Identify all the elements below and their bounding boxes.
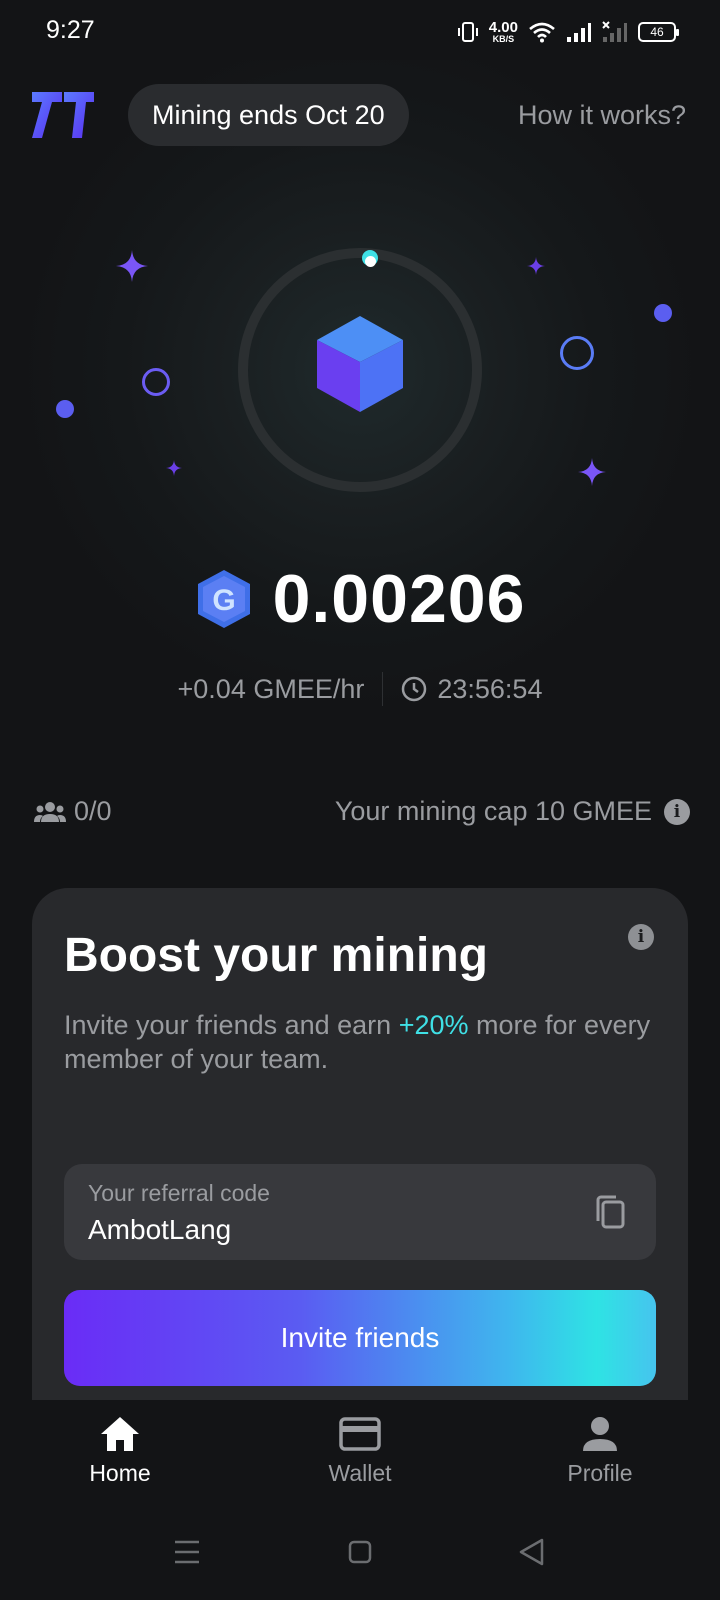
- rate-divider: [382, 672, 384, 706]
- gmee-coin-icon: G: [197, 570, 250, 628]
- wallet-icon: [339, 1417, 381, 1451]
- square-home-icon[interactable]: [348, 1540, 372, 1564]
- nav-home-label: Home: [89, 1460, 151, 1486]
- nav-wallet[interactable]: Wallet: [290, 1416, 430, 1487]
- team-count[interactable]: 0/0: [34, 796, 112, 827]
- boost-text-start: Invite your friends and earn: [64, 1010, 399, 1040]
- sparkle-icon: [578, 458, 606, 486]
- mining-balance: 0.00206: [272, 561, 526, 637]
- nav-profile-label: Profile: [567, 1460, 633, 1486]
- decor-dot: [654, 304, 672, 322]
- team-count-text: 0/0: [74, 796, 112, 826]
- profile-icon: [583, 1417, 617, 1451]
- how-it-works-link[interactable]: How it works?: [518, 100, 686, 131]
- svg-text:G: G: [212, 584, 235, 617]
- copy-icon[interactable]: [594, 1194, 626, 1230]
- back-icon[interactable]: [518, 1538, 544, 1566]
- team-icon: [34, 801, 66, 822]
- balance-row: G 0.00206: [0, 560, 720, 638]
- signal-off-icon: [602, 21, 627, 42]
- sparkle-icon: [166, 460, 182, 476]
- speed-unit: KB/S: [492, 34, 515, 44]
- battery-icon: 46: [638, 22, 679, 42]
- boost-card: i Boost your mining Invite your friends …: [32, 888, 688, 1400]
- cube-icon[interactable]: [315, 316, 405, 414]
- decor-dot: [56, 400, 74, 418]
- signal-icon: [567, 23, 591, 42]
- nav-home[interactable]: Home: [50, 1416, 190, 1487]
- referral-code: AmbotLang: [88, 1214, 232, 1245]
- menu-icon[interactable]: [174, 1540, 200, 1564]
- invite-friends-button[interactable]: Invite friends: [64, 1290, 656, 1386]
- mining-ends-pill[interactable]: Mining ends Oct 20: [128, 84, 409, 146]
- info-icon[interactable]: i: [664, 798, 690, 825]
- decor-ring: [560, 336, 594, 370]
- sparkle-icon: [116, 250, 148, 282]
- progress-indicator-dot: [365, 256, 376, 267]
- mining-cap: Your mining cap 10 GMEE i: [335, 796, 690, 827]
- rate-row: +0.04 GMEE/hr 23:56:54: [0, 672, 720, 706]
- nav-wallet-label: Wallet: [328, 1460, 392, 1486]
- nav-profile[interactable]: Profile: [530, 1416, 670, 1487]
- bottom-nav: Home Wallet Profile: [0, 1400, 720, 1510]
- mining-cap-text: Your mining cap 10 GMEE: [334, 796, 652, 826]
- home-icon: [101, 1417, 139, 1451]
- wifi-icon: [529, 22, 555, 43]
- timer: 23:56:54: [401, 674, 542, 705]
- info-icon[interactable]: i: [628, 924, 654, 950]
- speed-value: 4.00: [488, 19, 518, 36]
- mining-rate: +0.04 GMEE/hr: [177, 673, 365, 704]
- system-nav-bar: [0, 1510, 720, 1600]
- status-bar: 9:27 4.00 KB/S 46: [0, 0, 720, 64]
- logo[interactable]: [32, 92, 94, 138]
- referral-code-box: Your referral code AmbotLang: [64, 1164, 656, 1260]
- sparkle-icon: [527, 257, 545, 275]
- vibrate-icon: [457, 22, 478, 42]
- network-speed: 4.00 KB/S: [489, 20, 518, 44]
- boost-title: Boost your mining: [64, 929, 488, 982]
- boost-description: Invite your friends and earn +20% more f…: [64, 1008, 654, 1076]
- decor-ring: [142, 368, 170, 396]
- status-time: 9:27: [46, 16, 95, 44]
- boost-percentage: +20%: [398, 1010, 469, 1040]
- status-icons: 4.00 KB/S 46: [457, 16, 679, 48]
- referral-label: Your referral code: [88, 1180, 270, 1206]
- clock-icon: [402, 676, 427, 702]
- mining-timer: 23:56:54: [437, 673, 543, 704]
